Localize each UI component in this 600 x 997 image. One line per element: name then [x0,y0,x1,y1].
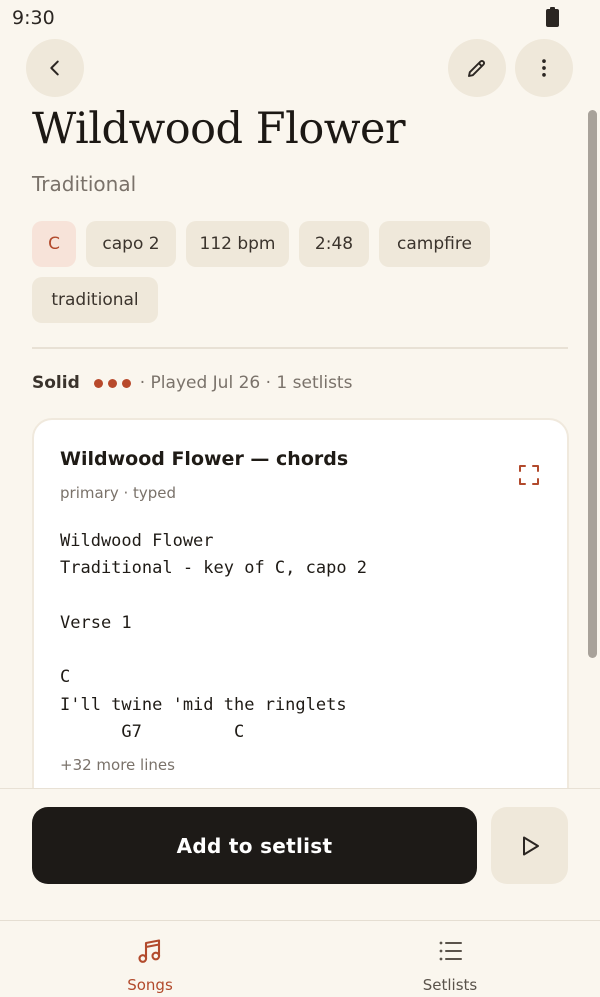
tag-chip-campfire[interactable]: campfire [379,221,490,267]
nav-songs[interactable]: Songs [0,921,300,997]
status-bar: 9:30 [0,0,600,36]
play-icon [522,836,539,855]
list-icon [439,941,462,961]
proficiency-dot [93,378,103,388]
play-button[interactable] [491,807,568,884]
chord-line: C [60,667,71,688]
status-time: 9:30 [12,7,55,29]
battery-icon [546,7,559,27]
song-artist: Traditional [32,172,137,196]
add-to-setlist-button[interactable]: Add to setlist [32,807,477,884]
chord-line: I'll twine 'mid the ringlets [60,694,347,715]
tag-chip-traditional[interactable]: traditional [32,277,158,323]
scrollbar[interactable] [588,110,597,658]
duration-chip[interactable]: 2:48 [299,221,369,267]
song-title: Wildwood Flower [32,104,406,154]
proficiency-dot [121,378,131,388]
chevron-left-icon [50,60,59,76]
back-button[interactable] [26,39,84,97]
chord-line: Wildwood Flower [60,531,214,551]
key-chip[interactable]: C [32,221,76,267]
bottom-navigation: Songs Setlists [0,920,600,997]
chord-line: Verse 1 [60,612,132,633]
chord-line: G7 C [60,722,245,743]
more-lines-label: +32 more lines [60,756,175,774]
proficiency-dots [93,378,131,388]
divider [32,347,568,349]
more-vertical-icon [542,59,546,77]
capo-chip[interactable]: capo 2 [86,221,176,267]
nav-setlists-label: Setlists [422,976,478,994]
chord-chart-card[interactable]: Wildwood Flower — chords primary · typed… [32,418,569,818]
chord-line [60,583,367,610]
expand-icon[interactable] [518,464,540,486]
proficiency-label: Solid [32,373,80,393]
music-note-icon [138,939,161,963]
tempo-chip[interactable]: 112 bpm [186,221,289,267]
chord-line [60,637,367,664]
nav-setlists[interactable]: Setlists [300,921,600,997]
nav-songs-label: Songs [127,976,173,994]
chord-line: Traditional - key of C, capo 2 [60,558,368,579]
play-stats: Solid · Played Jul 26 · 1 setlists [32,371,352,395]
more-options-button[interactable] [515,39,573,97]
edit-button[interactable] [448,39,506,97]
chart-title: Wildwood Flower — chords [60,448,349,470]
play-history: · Played Jul 26 · 1 setlists [139,373,353,393]
chord-sheet: Wildwood Flower Traditional - key of C, c… [60,528,367,746]
proficiency-dot [107,378,117,388]
pencil-icon [468,59,486,77]
chart-subtitle: primary · typed [60,484,177,502]
